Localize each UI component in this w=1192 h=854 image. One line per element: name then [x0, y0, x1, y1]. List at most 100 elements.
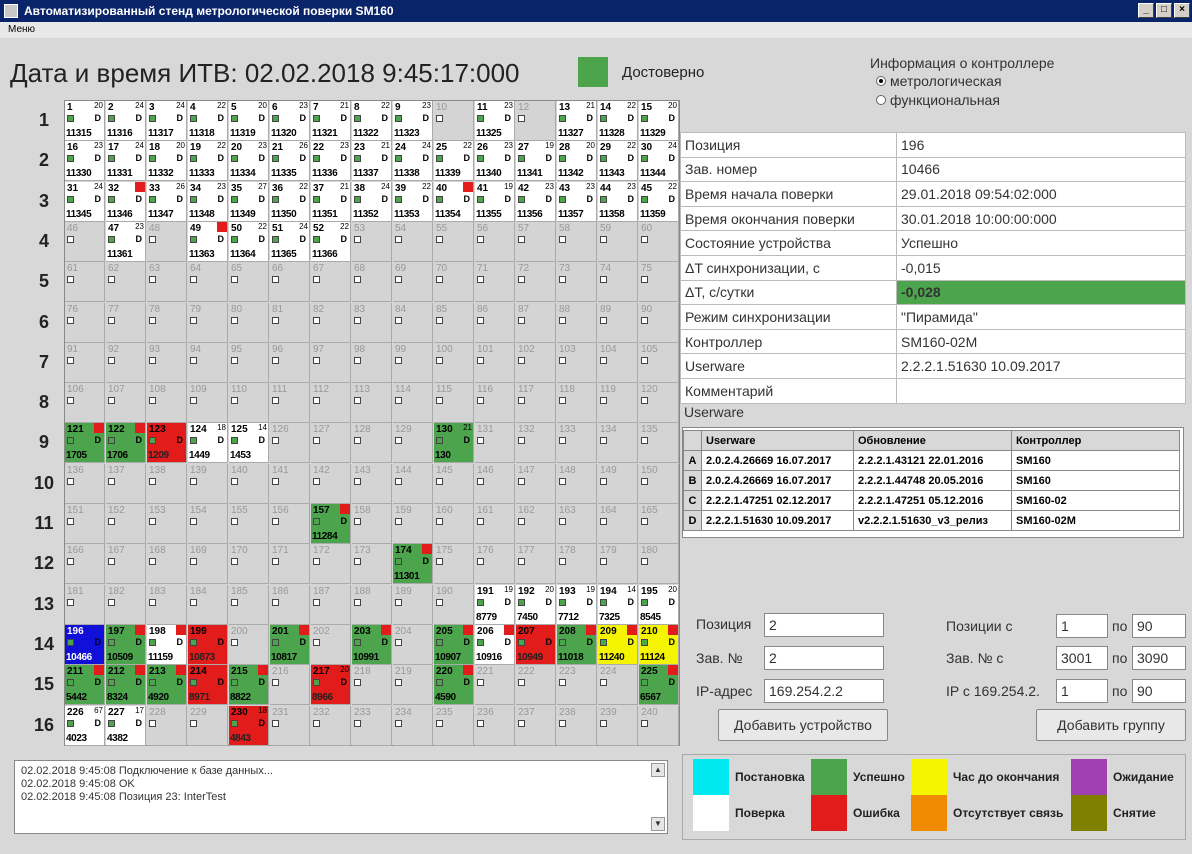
position-cell-31[interactable]: 31 24 D 11345 [65, 181, 105, 222]
log-panel[interactable]: 02.02.2018 9:45:08 Подключение к базе да… [14, 760, 668, 834]
position-cell-189[interactable]: 189 [393, 584, 433, 625]
position-cell-133[interactable]: 133 [557, 423, 597, 464]
userware-row[interactable]: A 2.0.2.4.26669 16.07.2017 2.2.2.1.43121 2… [683, 450, 1180, 471]
position-cell-185[interactable]: 185 [229, 584, 269, 625]
position-cell-221[interactable]: 221 [475, 665, 515, 706]
position-cell-182[interactable]: 182 [106, 584, 146, 625]
position-cell-47[interactable]: 47 23 D 11361 [106, 221, 146, 262]
position-cell-141[interactable]: 141 [270, 463, 310, 504]
position-cell-70[interactable]: 70 [434, 262, 474, 303]
position-cell-109[interactable]: 109 [188, 383, 228, 424]
radio-selected-icon[interactable] [876, 75, 886, 86]
position-cell-4[interactable]: 4 22 D 11318 [188, 101, 228, 141]
close-button[interactable]: × [1174, 3, 1190, 18]
position-cell-158[interactable]: 158 [352, 504, 392, 544]
position-cell-170[interactable]: 170 [229, 544, 269, 585]
position-cell-155[interactable]: 155 [229, 504, 269, 544]
position-cell-93[interactable]: 93 [147, 342, 187, 383]
position-cell-173[interactable]: 173 [352, 544, 392, 585]
position-cell-213[interactable]: 213 D 4920 [147, 665, 187, 706]
scroll-up-icon[interactable]: ▲ [651, 763, 665, 777]
position-cell-216[interactable]: 216 [270, 665, 310, 706]
position-cell-66[interactable]: 66 [270, 262, 310, 303]
position-cell-6[interactable]: 6 23 D 11320 [270, 101, 310, 141]
position-cell-33[interactable]: 33 26 D 11347 [147, 181, 187, 222]
position-cell-42[interactable]: 42 23 D 11356 [516, 181, 556, 222]
position-cell-117[interactable]: 117 [516, 383, 556, 424]
position-cell-119[interactable]: 119 [598, 383, 638, 424]
position-cell-68[interactable]: 68 [352, 262, 392, 303]
position-cell-174[interactable]: 174 D 11301 [393, 544, 433, 585]
position-cell-24[interactable]: 24 24 D 11338 [393, 141, 433, 182]
position-cell-5[interactable]: 5 20 D 11319 [229, 101, 269, 141]
position-cell-214[interactable]: 214 D 8971 [188, 665, 228, 706]
position-cell-90[interactable]: 90 [639, 302, 679, 343]
position-cell-143[interactable]: 143 [352, 463, 392, 504]
position-cell-161[interactable]: 161 [475, 504, 515, 544]
position-cell-32[interactable]: 32 D 11346 [106, 181, 146, 222]
position-cell-180[interactable]: 180 [639, 544, 679, 585]
position-cell-193[interactable]: 193 19 D 7712 [557, 584, 597, 625]
position-cell-30[interactable]: 30 24 D 11344 [639, 141, 679, 182]
position-cell-217[interactable]: 217 20 D 8966 [311, 665, 351, 706]
position-cell-150[interactable]: 150 [639, 463, 679, 504]
position-cell-51[interactable]: 51 24 D 11365 [270, 221, 310, 262]
add-device-button[interactable]: Добавить устройство [718, 709, 888, 741]
position-cell-114[interactable]: 114 [393, 383, 433, 424]
position-cell-37[interactable]: 37 21 D 11351 [311, 181, 351, 222]
position-cell-15[interactable]: 15 20 D 11329 [639, 101, 679, 141]
position-cell-118[interactable]: 118 [557, 383, 597, 424]
position-cell-26[interactable]: 26 23 D 11340 [475, 141, 515, 182]
position-cell-148[interactable]: 148 [557, 463, 597, 504]
group-ip-from-input[interactable]: 1 [1056, 679, 1108, 703]
position-cell-60[interactable]: 60 [639, 221, 679, 262]
position-cell-239[interactable]: 239 [598, 705, 638, 746]
position-cell-91[interactable]: 91 [65, 342, 105, 383]
position-cell-199[interactable]: 199 D 10873 [188, 624, 228, 665]
position-cell-162[interactable]: 162 [516, 504, 556, 544]
position-cell-237[interactable]: 237 [516, 705, 556, 746]
position-cell-54[interactable]: 54 [393, 221, 433, 262]
userware-header[interactable]: Userware [701, 430, 854, 451]
position-cell-113[interactable]: 113 [352, 383, 392, 424]
position-cell-168[interactable]: 168 [147, 544, 187, 585]
position-cell-8[interactable]: 8 22 D 11322 [352, 101, 392, 141]
position-cell-206[interactable]: 206 D 10916 [475, 624, 515, 665]
position-cell-2[interactable]: 2 24 D 11316 [106, 101, 146, 141]
position-cell-46[interactable]: 46 [65, 221, 105, 262]
position-cell-14[interactable]: 14 22 D 11328 [598, 101, 638, 141]
group-position-from-input[interactable]: 1 [1056, 614, 1108, 638]
position-cell-39[interactable]: 39 22 D 11353 [393, 181, 433, 222]
group-ip-to-input[interactable]: 90 [1132, 679, 1186, 703]
position-cell-144[interactable]: 144 [393, 463, 433, 504]
position-cell-98[interactable]: 98 [352, 342, 392, 383]
radio-functional[interactable]: функциональная [876, 90, 1102, 109]
position-cell-25[interactable]: 25 22 D 11339 [434, 141, 474, 182]
position-cell-166[interactable]: 166 [65, 544, 105, 585]
position-cell-29[interactable]: 29 22 D 11343 [598, 141, 638, 182]
position-cell-149[interactable]: 149 [598, 463, 638, 504]
radio-metrological[interactable]: метрологическая [876, 71, 1102, 90]
position-cell-97[interactable]: 97 [311, 342, 351, 383]
position-cell-156[interactable]: 156 [270, 504, 310, 544]
position-cell-218[interactable]: 218 [352, 665, 392, 706]
position-cell-215[interactable]: 215 D 8822 [229, 665, 269, 706]
position-cell-87[interactable]: 87 [516, 302, 556, 343]
position-cell-231[interactable]: 231 [270, 705, 310, 746]
group-position-to-input[interactable]: 90 [1132, 614, 1186, 638]
position-cell-172[interactable]: 172 [311, 544, 351, 585]
position-cell-192[interactable]: 192 20 D 7450 [516, 584, 556, 625]
position-cell-212[interactable]: 212 D 8324 [106, 665, 146, 706]
position-cell-136[interactable]: 136 [65, 463, 105, 504]
position-cell-163[interactable]: 163 [557, 504, 597, 544]
position-cell-178[interactable]: 178 [557, 544, 597, 585]
scroll-down-icon[interactable]: ▼ [651, 817, 665, 831]
position-cell-154[interactable]: 154 [188, 504, 228, 544]
position-cell-230[interactable]: 230 18 D 4843 [229, 705, 269, 746]
position-cell-72[interactable]: 72 [516, 262, 556, 303]
position-cell-179[interactable]: 179 [598, 544, 638, 585]
position-cell-49[interactable]: 49 D 11363 [188, 221, 228, 262]
position-cell-190[interactable]: 190 [434, 584, 474, 625]
group-serial-to-input[interactable]: 3090 [1132, 646, 1186, 670]
position-cell-184[interactable]: 184 [188, 584, 228, 625]
